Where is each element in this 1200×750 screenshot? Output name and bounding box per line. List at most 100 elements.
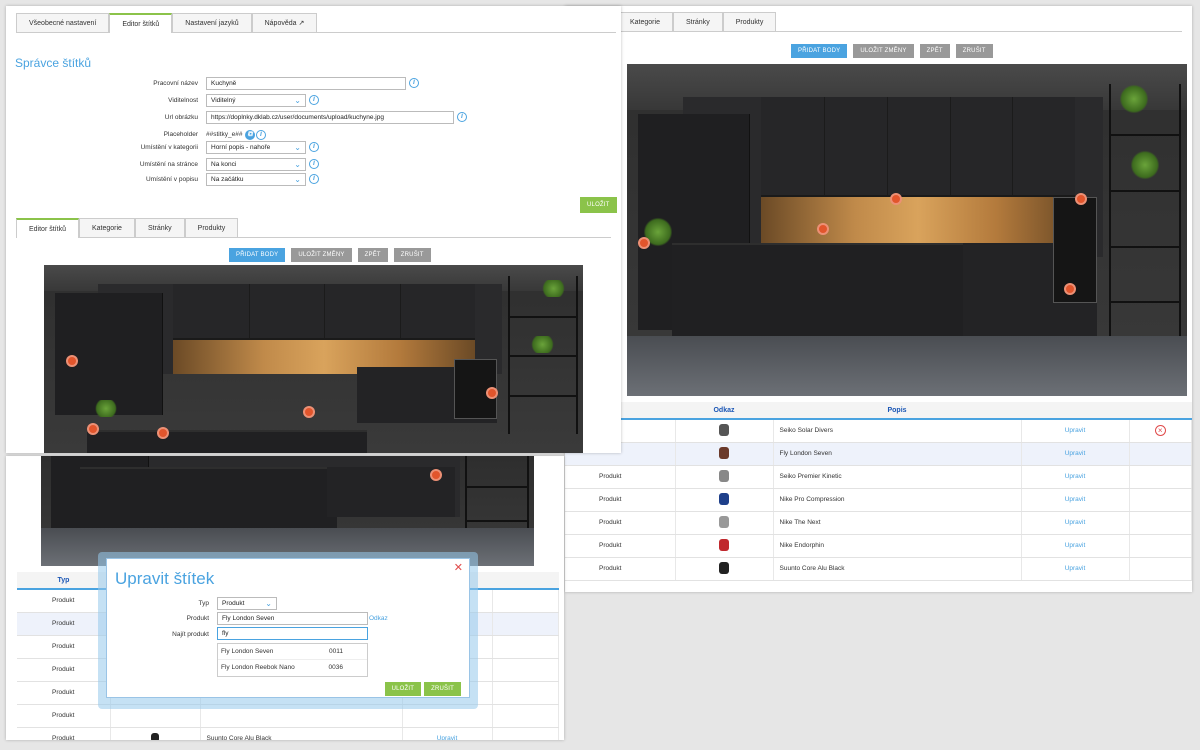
product-thumbnail — [675, 442, 774, 466]
chevron-down-icon: ⌄ — [294, 96, 301, 105]
form-label: Pracovní název — [153, 80, 198, 87]
subtab-stranky[interactable]: Stránky — [134, 218, 185, 237]
kitchen-image-cropped[interactable] — [41, 456, 534, 566]
modal-cancel-button[interactable]: Zrušit — [424, 682, 461, 696]
chevron-down-icon: ⌄ — [294, 143, 301, 152]
edit-link[interactable]: Upravit — [1065, 450, 1086, 457]
description-cell: Nike The Next — [773, 511, 1022, 535]
page-title: Správce štítků — [15, 56, 92, 70]
chevron-down-icon: ⌄ — [294, 160, 301, 169]
modal-save-button[interactable]: Uložit — [384, 682, 422, 696]
type-cell: Produkt — [565, 488, 676, 512]
form-label: Url obrázku — [164, 114, 198, 121]
type-cell: Produkt — [565, 534, 676, 558]
product-field[interactable]: Fly London Seven — [217, 612, 368, 625]
col-header-popis: Popis — [773, 402, 1021, 420]
tab-language-settings[interactable]: Nastavení jazyků — [172, 13, 252, 32]
search-result-item[interactable]: Fly London Seven 0011 — [218, 644, 367, 660]
add-points-button[interactable]: Přidat body — [791, 44, 848, 58]
back-button[interactable]: Zpět — [919, 44, 950, 58]
sub-tabs: Editor štítků Kategorie Stránky Produkty — [16, 218, 611, 238]
result-code: 0011 — [329, 648, 343, 655]
select-field[interactable]: Na začátku ⌄ — [206, 173, 306, 186]
field-value: Kuchyně — [211, 80, 237, 87]
field-value: Viditelný — [211, 97, 236, 104]
save-changes-button[interactable]: Uložit změny — [853, 44, 914, 58]
info-icon[interactable]: i — [309, 142, 319, 152]
table-row: Produkt Seiko Premier Kinetic Upravit — [565, 465, 1192, 489]
tab-general-settings[interactable]: Všeobecné nastavení — [16, 13, 110, 32]
text-field[interactable]: Kuchyně — [206, 77, 406, 90]
description-cell: Suunto Core Alu Black — [773, 557, 1022, 581]
save-button[interactable]: Uložit — [580, 197, 617, 213]
edit-link[interactable]: Upravit — [1065, 542, 1086, 549]
hotspot-dot[interactable] — [1063, 283, 1076, 296]
info-icon[interactable]: i — [309, 174, 319, 184]
external-link-icon: ↗ — [298, 20, 305, 27]
hotspot-dot[interactable] — [65, 355, 78, 368]
select-field[interactable]: Viditelný ⌄ — [206, 94, 306, 107]
table-row: Produkt Suunto Core Alu Black Upravit — [565, 557, 1192, 581]
chevron-down-icon: ⌄ — [294, 175, 301, 184]
type-label: Typ — [198, 600, 209, 607]
modal-actions: Uložit Zrušit — [384, 682, 461, 696]
hotspot-dot[interactable] — [87, 422, 100, 435]
tab-tag-editor[interactable]: Editor štítků — [109, 13, 173, 33]
select-field[interactable]: Horní popis - nahoře ⌄ — [206, 141, 306, 154]
subtab-kategorie[interactable]: Kategorie — [78, 218, 135, 237]
back-button[interactable]: Zpět — [357, 248, 388, 262]
edit-link[interactable]: Upravit — [437, 735, 458, 740]
subtab-tag-editor[interactable]: Editor štítků — [16, 218, 79, 238]
tab-help[interactable]: Nápověda ↗ — [251, 13, 318, 32]
edit-link[interactable]: Upravit — [1065, 519, 1086, 526]
field-value: https://doplnky.dklab.cz/user/documents/… — [211, 114, 384, 121]
hotspot-dot[interactable] — [157, 426, 170, 439]
cancel-button[interactable]: Zrušit — [955, 44, 993, 58]
copy-icon[interactable]: ⧉ — [245, 130, 255, 140]
subtab-produkty[interactable]: Produkty — [184, 218, 239, 237]
edit-link[interactable]: Upravit — [1065, 496, 1086, 503]
product-thumbnail — [675, 488, 774, 512]
type-cell: Produkt — [17, 658, 111, 682]
kitchen-image-large[interactable] — [627, 64, 1187, 396]
find-product-label: Najít produkt — [172, 631, 209, 638]
product-thumbnail — [675, 534, 774, 558]
table-row: Produkt Nike The Next Upravit — [565, 511, 1192, 535]
tab-stranky[interactable]: Stránky — [672, 12, 723, 31]
info-icon[interactable]: i — [256, 130, 266, 140]
add-points-button[interactable]: Přidat body — [229, 248, 286, 262]
info-icon[interactable]: i — [309, 159, 319, 169]
find-product-input[interactable]: fly — [217, 627, 368, 640]
hotspot-dot[interactable] — [302, 406, 315, 418]
description-cell: Nike Pro Compression — [773, 488, 1022, 512]
close-icon[interactable]: ✕ — [454, 561, 463, 574]
products-table-right: Odkaz Popis Seiko Solar Divers Upravit × Fl… — [565, 402, 1192, 581]
tag-manager-panel: Všeobecné nastavení Editor štítků Nastav… — [6, 6, 621, 453]
type-select[interactable]: Produkt ⌄ — [217, 597, 277, 610]
chevron-down-icon: ⌄ — [265, 599, 272, 608]
delete-icon[interactable]: × — [1154, 425, 1166, 437]
result-name: Fly London Reebok Nano — [221, 664, 295, 671]
edit-link[interactable]: Upravit — [1065, 427, 1086, 434]
select-field[interactable]: Na konci ⌄ — [206, 158, 306, 171]
edit-link[interactable]: Upravit — [1065, 473, 1086, 480]
form-label: Umístění v popisu — [145, 176, 198, 183]
toolbar-right: Přidat body Uložit změny Zpět Zrušit — [791, 44, 993, 58]
search-result-item[interactable]: Fly London Reebok Nano 0036 — [218, 660, 367, 676]
help-label: Nápověda — [264, 20, 297, 27]
odkaz-link[interactable]: Odkaz — [369, 615, 388, 622]
cancel-button[interactable]: Zrušit — [393, 248, 431, 262]
save-changes-button[interactable]: Uložit změny — [291, 248, 352, 262]
edit-link[interactable]: Upravit — [1065, 565, 1086, 572]
table-row: Produkt Suunto Core Alu Black Upravit — [17, 727, 559, 740]
kitchen-image[interactable] — [44, 265, 583, 453]
col-header-odkaz: Odkaz — [675, 402, 773, 420]
text-field[interactable]: https://doplnky.dklab.cz/user/documents/… — [206, 111, 454, 124]
placeholder-value: ##stitky_e## — [206, 131, 243, 138]
info-icon[interactable]: i — [409, 78, 419, 88]
hotspot-dot[interactable] — [638, 236, 651, 249]
info-icon[interactable]: i — [457, 112, 467, 122]
tab-kategorie[interactable]: Kategorie — [617, 12, 673, 31]
info-icon[interactable]: i — [309, 95, 319, 105]
tab-produkty[interactable]: Produkty — [722, 12, 777, 31]
